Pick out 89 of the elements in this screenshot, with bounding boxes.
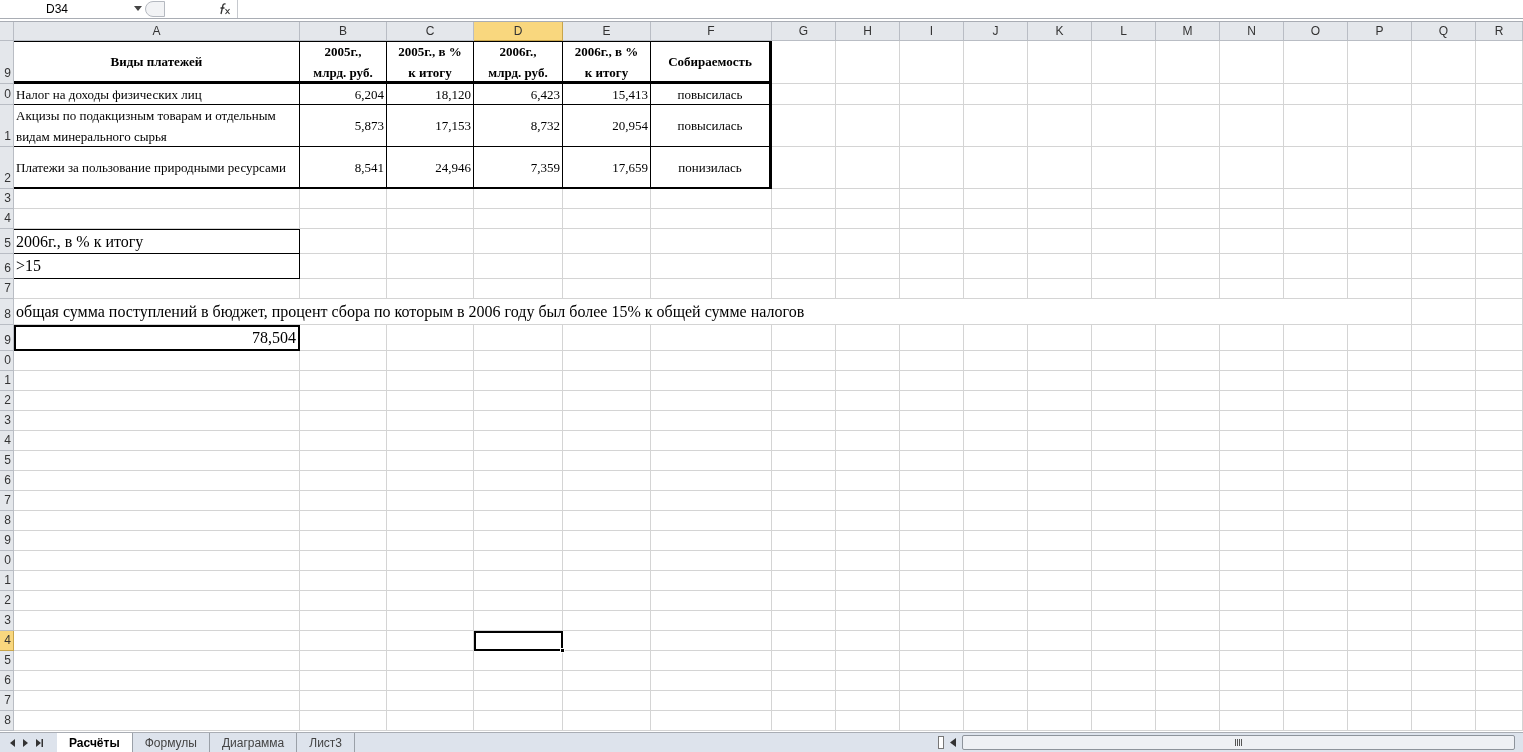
column-header[interactable]: E — [563, 22, 651, 41]
column-header[interactable]: O — [1284, 22, 1348, 41]
row-header[interactable]: 8 — [0, 299, 14, 325]
row-header[interactable]: 5 — [0, 451, 14, 471]
row-header[interactable]: 2 — [0, 391, 14, 411]
horizontal-scrollbar-thumb[interactable] — [962, 735, 1515, 750]
table-cell: 17,153 — [387, 105, 474, 147]
table-cell: 20,954 — [563, 105, 651, 147]
table-cell: 17,659 — [563, 147, 651, 189]
column-header[interactable]: K — [1028, 22, 1092, 41]
table-cell: >15 — [14, 254, 300, 279]
column-header[interactable]: Q — [1412, 22, 1476, 41]
dropdown-caret-icon[interactable] — [134, 6, 142, 11]
column-header[interactable]: F — [651, 22, 772, 41]
name-box[interactable]: D34 — [0, 0, 145, 18]
row-header[interactable]: 0 — [0, 351, 14, 371]
sheet-tab[interactable]: Расчёты — [57, 733, 133, 752]
table-cell: 2006г., в % к итогу — [14, 229, 300, 254]
column-heading: Собираемость — [651, 41, 772, 84]
row-header[interactable]: 7 — [0, 491, 14, 511]
column-heading: Виды платежей — [14, 41, 300, 84]
table-cell: 5,873 — [300, 105, 387, 147]
column-header[interactable]: M — [1156, 22, 1220, 41]
row-header[interactable]: 8 — [0, 511, 14, 531]
column-header[interactable]: R — [1476, 22, 1523, 41]
row-header[interactable]: 4 — [0, 631, 14, 651]
column-header[interactable]: L — [1092, 22, 1156, 41]
column-header[interactable]: P — [1348, 22, 1412, 41]
column-header[interactable]: B — [300, 22, 387, 41]
table-cell: Акцизы по подакцизным товарам и отдельным видам минерального сырья — [14, 105, 300, 147]
row-header[interactable]: 0 — [0, 551, 14, 571]
row-header[interactable]: 9 — [0, 325, 14, 351]
row-header[interactable]: 7 — [0, 691, 14, 711]
row-header[interactable]: 4 — [0, 431, 14, 451]
table-cell: Платежи за пользование природными ресурсами — [14, 147, 300, 189]
row-header[interactable]: 5 — [0, 229, 14, 254]
column-heading: 2006г., в % к итогу — [563, 41, 651, 84]
table-cell: 8,541 — [300, 147, 387, 189]
note-text: общая сумма поступлений в бюджет, процент сбора по которым в 2006 году был более 15% к общей сумме налогов — [14, 299, 1348, 325]
table-cell: повысилась — [651, 105, 772, 147]
column-header[interactable]: N — [1220, 22, 1284, 41]
column-heading: 2006г., млрд. руб. — [474, 41, 563, 84]
row-header[interactable]: 3 — [0, 411, 14, 431]
function-icon[interactable] — [217, 3, 231, 15]
table-cell: понизилась — [651, 147, 772, 189]
table-cell: 8,732 — [474, 105, 563, 147]
table-cell: 7,359 — [474, 147, 563, 189]
row-header[interactable]: 6 — [0, 671, 14, 691]
row-header[interactable]: 5 — [0, 651, 14, 671]
column-header[interactable]: G — [772, 22, 836, 41]
row-header[interactable]: 6 — [0, 254, 14, 279]
table-cell: повысилась — [651, 84, 772, 105]
split-handle[interactable] — [938, 736, 944, 749]
row-header[interactable]: 9 — [0, 41, 14, 84]
column-heading: 2005г., млрд. руб. — [300, 41, 387, 84]
row-header[interactable]: 7 — [0, 279, 14, 299]
table-cell: 15,413 — [563, 84, 651, 105]
table-cell: Налог на доходы физических лиц — [14, 84, 300, 105]
row-header[interactable]: 3 — [0, 189, 14, 209]
row-header[interactable]: 9 — [0, 531, 14, 551]
row-header[interactable]: 2 — [0, 147, 14, 189]
next-sheet-icon[interactable] — [23, 738, 28, 747]
column-header[interactable]: D — [474, 22, 563, 41]
row-header[interactable]: 1 — [0, 105, 14, 147]
column-header[interactable]: A — [14, 22, 300, 41]
scroll-left-icon[interactable] — [950, 738, 956, 747]
column-header[interactable]: H — [836, 22, 900, 41]
row-header[interactable]: 1 — [0, 571, 14, 591]
table-cell: 6,423 — [474, 84, 563, 105]
last-sheet-icon[interactable] — [36, 738, 43, 747]
row-header[interactable]: 4 — [0, 209, 14, 229]
formula-bar-grip[interactable] — [145, 1, 165, 17]
active-cell-outline[interactable] — [474, 631, 563, 651]
table-cell: 18,120 — [387, 84, 474, 105]
column-heading: 2005г., в % к итогу — [387, 41, 474, 84]
column-header[interactable]: I — [900, 22, 964, 41]
column-header[interactable]: C — [387, 22, 474, 41]
row-header[interactable]: 0 — [0, 84, 14, 105]
table-cell: 78,504 — [14, 325, 300, 351]
column-header[interactable]: J — [964, 22, 1028, 41]
previous-sheet-icon[interactable] — [10, 738, 15, 747]
row-header[interactable]: 6 — [0, 471, 14, 491]
row-header[interactable]: 3 — [0, 611, 14, 631]
table-cell: 24,946 — [387, 147, 474, 189]
table-cell: 6,204 — [300, 84, 387, 105]
row-header[interactable]: 8 — [0, 711, 14, 731]
row-header[interactable]: 1 — [0, 371, 14, 391]
grip-icon — [1234, 739, 1243, 746]
row-header[interactable]: 2 — [0, 591, 14, 611]
